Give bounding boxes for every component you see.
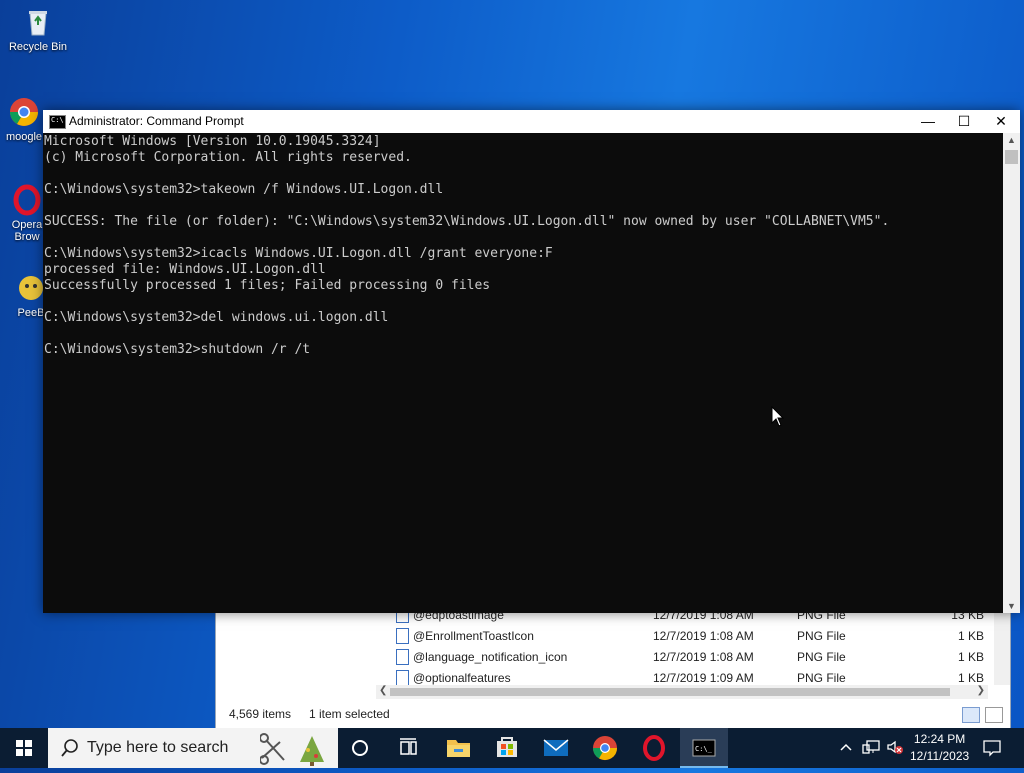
explorer-status-bar: 4,569 items 1 item selected (216, 703, 1010, 727)
console-line: Successfully processed 1 files; Failed p… (44, 278, 491, 293)
console-line: C:\Windows\system32>icacls Windows.UI.Lo… (44, 246, 553, 261)
file-date: 12/7/2019 1:09 AM (653, 671, 754, 685)
console-line: Microsoft Windows [Version 10.0.19045.33… (44, 134, 381, 149)
large-icons-view-icon[interactable] (985, 707, 1003, 723)
taskbar-store[interactable] (483, 728, 531, 768)
command-prompt-icon: C:\ (49, 115, 66, 129)
taskbar-opera[interactable] (630, 728, 678, 768)
opera-icon (643, 735, 665, 761)
chrome-icon (8, 96, 40, 128)
chevron-up-icon[interactable] (838, 739, 854, 760)
opera-icon (11, 184, 43, 216)
search-input[interactable]: Type here to search (48, 728, 338, 768)
console-line: SUCCESS: The file (or folder): "C:\Windo… (44, 214, 890, 229)
png-file-icon (396, 628, 409, 644)
start-button[interactable] (0, 728, 48, 768)
search-icon (60, 738, 80, 763)
file-date: 12/7/2019 1:08 AM (653, 650, 754, 664)
taskbar-chrome[interactable] (581, 728, 629, 768)
cortana-button[interactable] (336, 728, 384, 768)
taskbar: Type here to search C:\_ 12:24 PM 12/11/… (0, 728, 1024, 768)
svg-text:C:\_: C:\_ (695, 745, 713, 753)
command-prompt-window[interactable]: C:\ Administrator: Command Prompt — ☐ ✕ … (43, 110, 1020, 613)
console-line: processed file: Windows.UI.Logon.dll (44, 262, 326, 277)
network-icon[interactable] (862, 739, 880, 760)
search-highlight-icon (259, 732, 334, 771)
title-bar[interactable]: C:\ Administrator: Command Prompt — ☐ ✕ (43, 110, 1020, 133)
cortana-icon (352, 740, 368, 756)
file-row[interactable]: @EnrollmentToastIcon 12/7/2019 1:08 AM P… (396, 626, 1006, 646)
clock-date: 12/11/2023 (910, 749, 970, 763)
file-type: PNG File (797, 671, 846, 685)
search-placeholder: Type here to search (87, 739, 229, 756)
close-button[interactable]: ✕ (982, 110, 1020, 133)
item-count: 4,569 items (229, 707, 292, 721)
file-type: PNG File (797, 629, 846, 643)
details-view-icon[interactable] (962, 707, 980, 723)
file-name: @EnrollmentToastIcon (413, 629, 534, 643)
selection-count: 1 item selected (309, 707, 390, 721)
desktop: { "desktop": { "icons": [ {"label": "Rec… (0, 0, 1024, 768)
file-name: @language_notification_icon (413, 650, 568, 664)
taskbar-command-prompt[interactable]: C:\_ (680, 728, 728, 768)
file-type: PNG File (797, 650, 846, 664)
file-date: 12/7/2019 1:08 AM (653, 629, 754, 643)
file-row[interactable]: @language_notification_icon 12/7/2019 1:… (396, 647, 1006, 667)
file-name: @optionalfeatures (413, 671, 511, 685)
console-line: (c) Microsoft Corporation. All rights re… (44, 150, 412, 165)
scroll-left-icon[interactable]: ❮ (379, 685, 387, 696)
png-file-icon (396, 670, 409, 686)
file-explorer-icon (447, 740, 470, 757)
desktop-icon-label: Recycle Bin (8, 41, 68, 53)
scrollbar-thumb[interactable] (390, 688, 950, 696)
chrome-icon (593, 736, 617, 761)
png-file-icon (396, 649, 409, 665)
scroll-down-icon[interactable]: ▼ (1007, 601, 1016, 611)
scroll-up-icon[interactable]: ▲ (1007, 135, 1016, 145)
console-input-line[interactable]: C:\Windows\system32>shutdown /r /t (44, 342, 1002, 358)
taskbar-mail[interactable] (532, 728, 580, 768)
clock-time: 12:24 PM (913, 732, 966, 746)
clock[interactable]: 12:24 PM 12/11/2023 (910, 731, 969, 765)
volume-muted-icon[interactable] (886, 739, 904, 760)
file-size: 1 KB (957, 629, 984, 643)
console-line: C:\Windows\system32>del windows.ui.logon… (44, 310, 389, 325)
file-explorer-window[interactable]: @edptoastimage 12/7/2019 1:08 AM PNG Fil… (215, 596, 1011, 729)
command-prompt-icon: C:\_ (692, 739, 716, 757)
mail-icon (543, 739, 569, 756)
maximize-button[interactable]: ☐ (945, 110, 983, 133)
explorer-horizontal-scrollbar[interactable]: ❮ ❯ (376, 685, 988, 699)
store-icon (497, 737, 517, 757)
scroll-right-icon[interactable]: ❯ (977, 685, 985, 696)
console-vertical-scrollbar[interactable]: ▲ ▼ (1003, 133, 1020, 613)
scrollbar-thumb[interactable] (1005, 150, 1018, 164)
notifications-icon[interactable] (983, 739, 1001, 762)
task-view-icon (400, 738, 417, 755)
taskbar-file-explorer[interactable] (434, 728, 482, 768)
desktop-icon-recycle-bin[interactable]: Recycle Bin (1, 6, 75, 53)
minimize-button[interactable]: — (909, 110, 947, 133)
recycle-bin-icon (22, 6, 54, 38)
task-view-button[interactable] (384, 728, 432, 768)
console-line: C:\Windows\system32>takeown /f Windows.U… (44, 182, 444, 197)
window-title: Administrator: Command Prompt (69, 114, 244, 128)
file-size: 1 KB (957, 671, 984, 685)
console-output[interactable]: Microsoft Windows [Version 10.0.19045.33… (44, 133, 1002, 612)
windows-logo-icon (16, 740, 32, 756)
file-size: 1 KB (957, 650, 984, 664)
